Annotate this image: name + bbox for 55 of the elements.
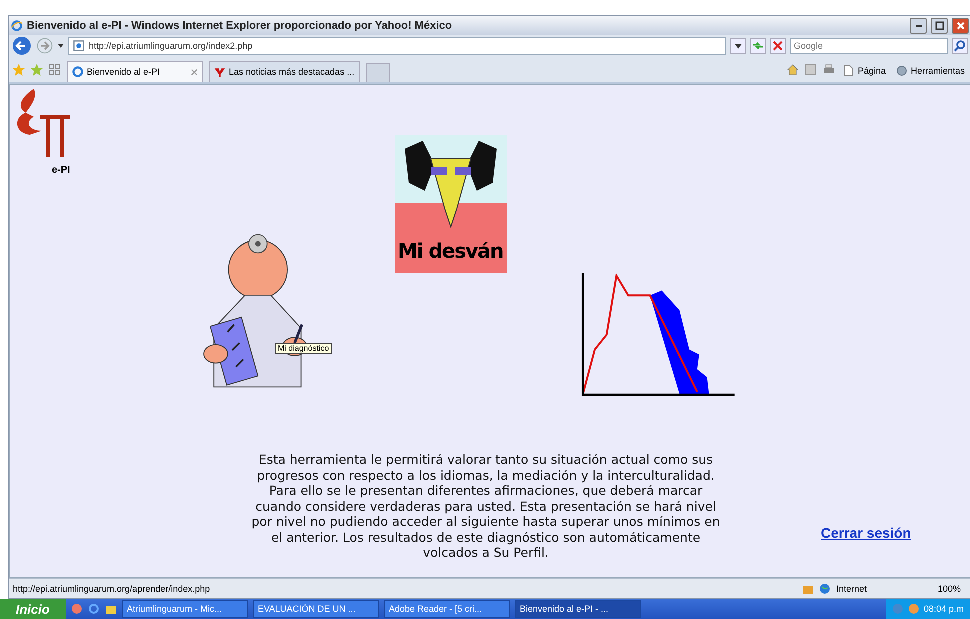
browser-icon [11,20,23,32]
security-zone: Internet [836,584,867,594]
window-title: Bienvenido al e-PI - Windows Internet Explorer proporcionado por Yahoo! México [27,20,452,32]
close-button[interactable] [952,18,969,34]
caret-icon [58,44,64,48]
forward-button[interactable] [36,37,54,55]
refresh-icon [752,41,764,51]
banner-text: Mi desván [398,239,504,263]
search-icon [954,40,966,52]
search-button[interactable] [952,38,968,54]
command-button[interactable]: Página [840,65,888,82]
browser-icon [72,66,84,78]
taskbar-button[interactable]: EVALUACIÓN DE UN ... [252,600,379,618]
browser-tab[interactable]: Las noticias más destacadas ... [209,61,360,82]
close-icon [956,20,966,30]
close-tab-icon[interactable] [191,68,198,76]
dropdown-button[interactable] [730,38,746,54]
tray-icon [908,603,920,615]
tray-icon [892,603,904,615]
minimize-button[interactable] [910,18,927,34]
taskbar-button[interactable]: Atriumlinguarum - Mic... [122,600,248,618]
maximize-button[interactable] [931,18,948,34]
logo-text: e-PI [52,165,70,176]
start-button[interactable]: Inicio [0,599,66,619]
printer-icon[interactable] [822,64,835,76]
y-logo-icon [214,66,226,78]
favorites-star-icon[interactable] [13,64,25,76]
status-url: http://epi.atriumlinguarum.org/aprender/index.php [13,584,210,594]
page-icon [73,40,85,52]
zoom-button[interactable]: 100% [932,582,967,594]
tooltip: Mi diagnóstico [275,343,332,354]
stop-button[interactable] [770,38,786,54]
caret-icon [734,44,742,48]
address-field[interactable]: http://epi.atriumlinguarum.org/index2.php [68,37,726,55]
logout-link[interactable]: Cerrar sesión [821,525,912,541]
back-button[interactable] [12,36,32,56]
clock: 08:04 p.m [924,604,964,614]
mouse-banner[interactable]: Mi desván [394,135,508,273]
page-icon [842,65,855,77]
description-paragraph: Esta herramienta le permitirá valorar tanto su situación actual como sus progresos con respecto a los idiomas, la mediación y la interculturalidad. Para ello se le presentan diferentes afirmaciones, que deberá marcar cuando considere verdaderas para usted. Esta presentación se hará nivel por nivel no pudiendo acceder al siguiente hasta superar unos mínimos en el anterior. Los resultados de este diagnóstico son automáticamente volcados a Su Perfil. [250,452,722,560]
maximize-icon [934,20,944,30]
command-button[interactable]: Herramientas [894,65,967,82]
browser-tab[interactable]: Bienvenido al e-PI [67,61,203,82]
minimize-icon [916,24,922,26]
add-favorite-star-icon[interactable] [31,64,43,76]
globe-icon [819,582,832,594]
taskbar-button[interactable]: Adobe Reader - [5 cri... [384,600,510,618]
search-field[interactable]: Google [790,38,948,54]
taskbar-button[interactable]: Bienvenido al e-PI - ... [514,600,641,618]
tab-grid-icon[interactable] [49,64,61,76]
browser-icon[interactable] [88,603,100,615]
quick-launch-icon[interactable] [70,603,83,615]
home-icon[interactable] [786,64,799,76]
stop-icon [773,41,783,51]
folder-icon[interactable] [104,603,117,615]
